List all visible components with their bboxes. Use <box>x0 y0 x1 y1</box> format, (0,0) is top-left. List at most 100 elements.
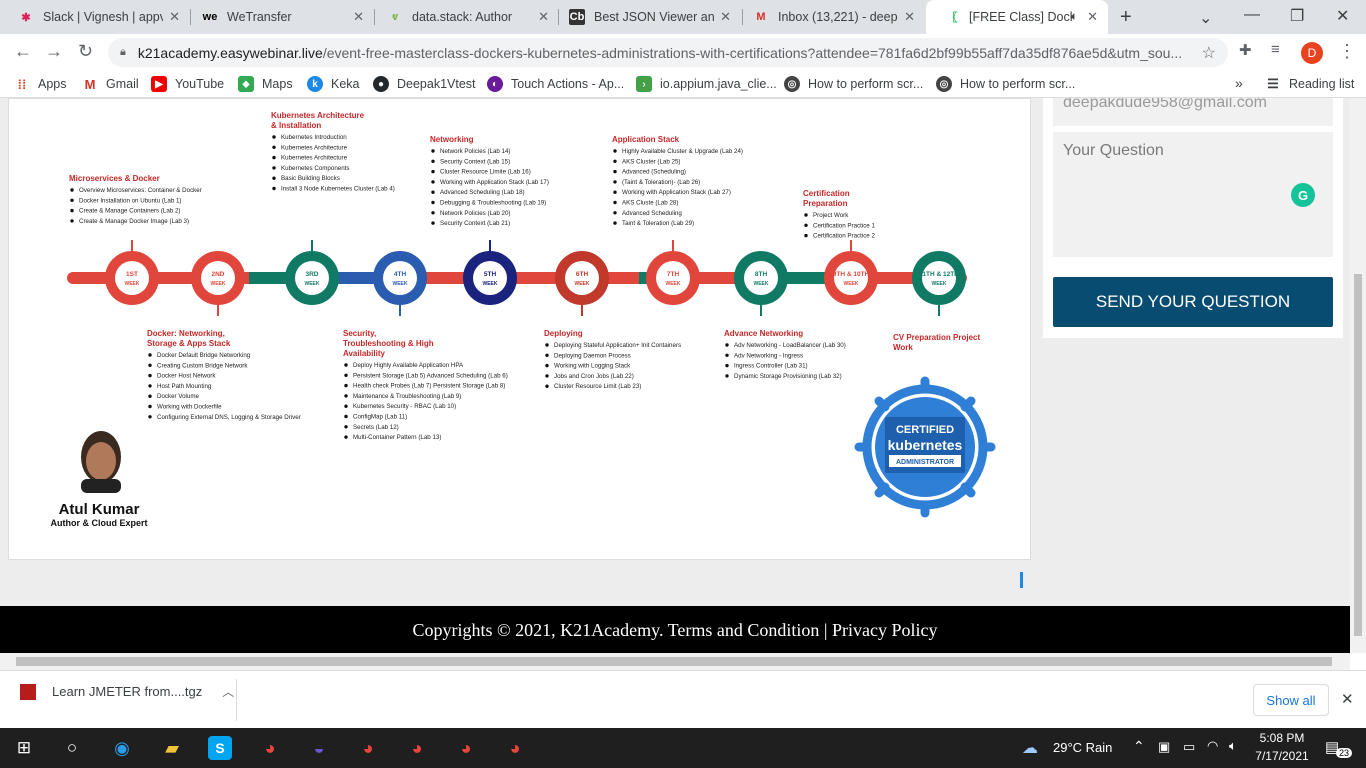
scroll-thumb[interactable] <box>16 657 1332 666</box>
lock-icon[interactable]: 🔒︎ <box>120 46 126 59</box>
bookmark-maps[interactable]: ⬥ Maps <box>238 76 293 92</box>
minimize-button[interactable]: — <box>1244 6 1260 24</box>
menu-icon[interactable]: ⋮ <box>1338 41 1356 62</box>
section-item: AKS Cluste (Lab 28) <box>622 200 678 207</box>
meet-now-icon[interactable]: ▣ <box>1158 739 1170 755</box>
bookmark-youtube[interactable]: ▶ YouTube <box>151 76 224 92</box>
volume-icon[interactable]: 🔈︎ <box>1229 738 1237 754</box>
section-title: Networking <box>430 135 474 144</box>
bookmark-keka[interactable]: k Keka <box>307 76 360 92</box>
tab-search-icon[interactable]: ⌄ <box>1199 8 1212 28</box>
profile-avatar[interactable]: D <box>1301 42 1323 64</box>
skype-icon[interactable]: S <box>208 736 232 760</box>
tab-datastack[interactable]: ⱴ data.stack: Author ✕ <box>369 0 559 34</box>
week-label: 4TH <box>394 271 407 278</box>
scroll-thumb[interactable] <box>1354 274 1362 636</box>
week-label: 7TH <box>667 271 680 278</box>
bookmark-touch-actions[interactable]: ◐ Touch Actions - Ap... <box>487 76 624 92</box>
week-marker: 8TH WEEK <box>734 251 788 316</box>
tab-wetransfer[interactable]: we WeTransfer ✕ <box>184 0 374 34</box>
chevron-up-icon[interactable]: ︿ <box>222 683 234 700</box>
media-control-icon[interactable]: ≡ <box>1271 41 1280 58</box>
easywebinar-icon: 〖 <box>946 12 958 24</box>
download-shelf: Learn JMETER from....tgz ︿ Show all ✕ <box>0 670 1366 728</box>
close-icon[interactable]: ✕ <box>904 9 915 25</box>
back-icon[interactable]: ← <box>14 41 32 62</box>
more-bookmarks-icon[interactable]: » <box>1235 75 1243 91</box>
bookmark-deepak1vtest[interactable]: ● Deepak1Vtest <box>373 76 476 92</box>
send-question-button[interactable]: SEND YOUR QUESTION <box>1053 277 1333 327</box>
reading-list[interactable]: ☰ Reading list <box>1265 76 1354 92</box>
roadmap-image: 1ST WEEK 2ND WEEK 3RD WEEK 4TH WEEK 5TH WEEK 6TH WE… <box>51 111 996 528</box>
clock-time[interactable]: 5:08 PM <box>1254 731 1310 745</box>
close-icon[interactable]: ✕ <box>720 9 731 25</box>
new-tab-button[interactable]: + <box>1120 6 1132 29</box>
close-window-button[interactable]: ✕ <box>1336 6 1349 26</box>
forward-icon[interactable]: → <box>45 41 63 62</box>
windows-start-icon[interactable]: ⊞ <box>12 736 36 760</box>
section-item: Certification Practice 1 <box>813 222 875 229</box>
bookmark-how-to-2[interactable]: ◎ How to perform scr... <box>936 76 1075 92</box>
week-label: 2ND <box>211 271 224 278</box>
section-item: Kubernetes Architecture <box>281 155 348 162</box>
file-explorer-icon[interactable]: ▰ <box>160 736 184 760</box>
download-item[interactable]: Learn JMETER from....tgz ︿ <box>14 683 234 700</box>
week-marker: 11TH & 12TH WEEK <box>912 251 966 316</box>
chrome-icon[interactable]: ◕ <box>454 736 478 760</box>
tab-webinar[interactable]: 〖 [FREE Class] Docke 🔈︎ ✕ <box>926 0 1108 34</box>
close-icon[interactable]: ✕ <box>1341 690 1354 708</box>
close-icon[interactable]: ✕ <box>169 9 180 25</box>
horizontal-scrollbar[interactable] <box>0 653 1350 670</box>
section-item: Kubernetes Architecture <box>281 144 348 151</box>
week-label: 6TH <box>576 271 589 278</box>
weather-text[interactable]: 29°C Rain <box>1053 740 1112 755</box>
bookmark-appium-java[interactable]: › io.appium.java_clie... <box>636 76 777 92</box>
vertical-scrollbar[interactable] <box>1350 98 1366 653</box>
email-field[interactable]: deepakdude958@gmail.com <box>1053 98 1333 126</box>
bookmark-label: Deepak1Vtest <box>397 77 476 91</box>
bookmark-star-icon[interactable]: ☆ <box>1202 43 1216 63</box>
extensions-icon[interactable]: ✚ <box>1239 41 1252 59</box>
section-title: Troubleshooting & High <box>343 339 434 348</box>
notification-count: 23 <box>1336 748 1353 758</box>
tab-jsonviewer[interactable]: Cb Best JSON Viewer and ✕ <box>551 0 741 34</box>
chrome-icon[interactable]: ◕ <box>405 736 429 760</box>
battery-icon[interactable]: ▭ <box>1183 739 1195 755</box>
section-item: Docker Host Network <box>157 373 216 380</box>
reload-icon[interactable]: ↻ <box>78 41 93 62</box>
bookmark-label: How to perform scr... <box>808 77 924 91</box>
chevron-up-icon[interactable]: ⌃ <box>1133 738 1145 755</box>
wifi-icon[interactable]: ◠ <box>1207 738 1218 754</box>
eclipse-icon[interactable]: ◒ <box>307 736 331 760</box>
week-marker: 6TH WEEK <box>555 251 609 316</box>
bookmark-label: How to perform scr... <box>960 77 1076 91</box>
bookmark-apps[interactable]: ⁞⁞ Apps <box>14 76 67 92</box>
week-label: 5TH <box>484 271 497 278</box>
speaker-icon[interactable]: 🔈︎ <box>1071 9 1078 24</box>
tab-slack[interactable]: ✱ Slack | Vignesh | appve ✕ <box>0 0 190 34</box>
week-label-suffix: WEEK <box>211 281 226 287</box>
restore-button[interactable]: ❐ <box>1290 6 1304 26</box>
grammarly-icon[interactable]: G <box>1291 183 1315 207</box>
bookmark-how-to-1[interactable]: ◎ How to perform scr... <box>784 76 923 92</box>
section-item: Secrets (Lab 12) <box>353 424 399 431</box>
bookmark-gmail[interactable]: M Gmail <box>82 76 139 92</box>
section-item: Network Policies (Lab 14) <box>440 148 511 155</box>
address-bar[interactable]: 🔒︎ k21academy.easywebinar.live/event-fre… <box>108 38 1228 67</box>
chrome-icon[interactable]: ◕ <box>356 736 380 760</box>
chrome-icon[interactable]: ◕ <box>503 736 527 760</box>
chrome-icon[interactable]: ◕ <box>258 736 282 760</box>
section-item: Working with Application Stack (Lab 17) <box>440 179 549 186</box>
section-item: Cluster Resource Limite (Lab 16) <box>440 169 531 176</box>
weather-icon[interactable]: ☁ <box>1022 738 1038 758</box>
section-item: Taint & Toleration (Lab 29) <box>622 220 694 227</box>
edge-icon[interactable]: ◉ <box>110 736 134 760</box>
close-icon[interactable]: ✕ <box>538 9 549 25</box>
close-icon[interactable]: ✕ <box>353 9 364 25</box>
show-all-button[interactable]: Show all <box>1253 684 1329 716</box>
section-item: Overview Microservices: Container & Dock… <box>79 187 202 194</box>
clock-date[interactable]: 7/17/2021 <box>1254 749 1310 763</box>
close-icon[interactable]: ✕ <box>1087 9 1098 25</box>
search-icon[interactable]: ○ <box>60 736 84 760</box>
tab-gmail[interactable]: M Inbox (13,221) - deepa ✕ <box>735 0 925 34</box>
